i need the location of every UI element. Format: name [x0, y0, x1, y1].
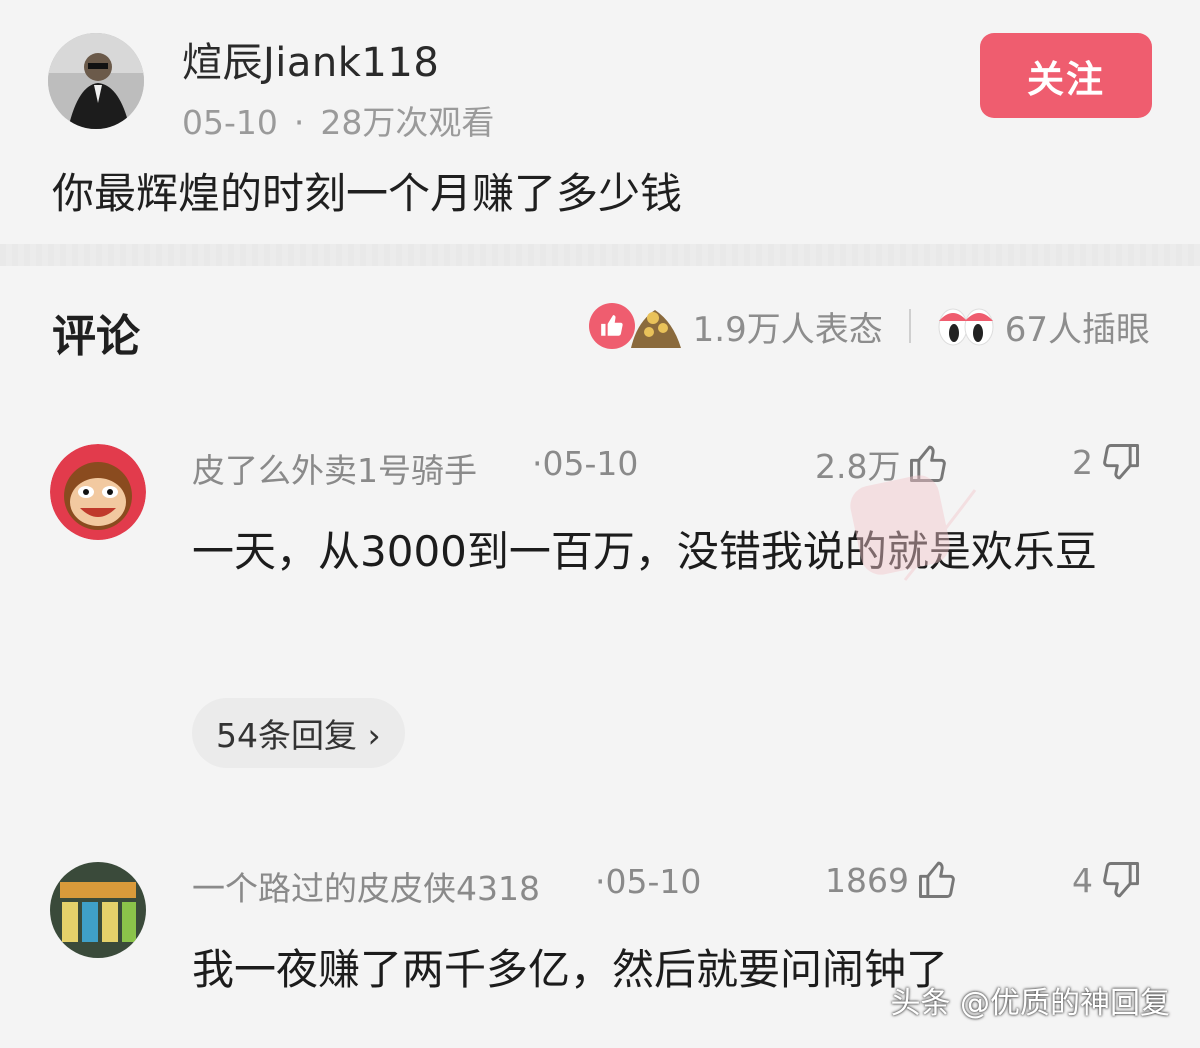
like-reaction-icon [588, 303, 635, 349]
post-question: 你最辉煌的时刻一个月赚了多少钱 [52, 169, 683, 218]
view-replies-button[interactable]: 54条回复 › [192, 698, 405, 768]
monkey-avatar-image [50, 444, 146, 540]
poster-avatar-image [48, 33, 144, 129]
poster-avatar[interactable] [48, 33, 144, 129]
comment-text: 一天，从3000到一百万，没错我说的就是欢乐豆 [192, 527, 1097, 576]
comment-avatar[interactable] [50, 862, 146, 958]
thumbs-up-icon [919, 861, 955, 898]
eyes-count: 67人插眼 [1004, 309, 1150, 350]
reactions-divider [908, 309, 911, 343]
thumbs-down-icon [1103, 444, 1139, 480]
poster-username[interactable]: 煊辰Jiank118 [182, 30, 439, 88]
post-date: 05-10 [182, 103, 278, 142]
comment-avatar[interactable] [50, 444, 146, 540]
comments-title: 评论 [52, 311, 140, 362]
comment-username[interactable]: 一个路过的皮皮侠4318 [192, 862, 540, 910]
watermark-stamp [815, 470, 985, 600]
comment-like-button[interactable]: 1869 [825, 858, 959, 902]
thumbs-down-icon [1103, 862, 1139, 898]
post-meta: 05-10 · 28万次观看 [182, 96, 494, 144]
reactions-count: 1.9万人表态 [692, 309, 883, 350]
meta-separator: · [293, 103, 305, 142]
comment-dislike-count: 2 [1072, 442, 1093, 482]
reactions-summary[interactable]: 1.9万人表态 67人插眼 [588, 300, 1150, 352]
comment-dislike-count: 4 [1072, 860, 1093, 900]
comment-dislike-button[interactable]: 4 [1072, 858, 1143, 902]
eyes-icon [937, 303, 995, 349]
comment-date: ·05-10 [532, 444, 639, 483]
products-avatar-image [50, 862, 146, 958]
comment-dislike-button[interactable]: 2 [1072, 440, 1143, 484]
footer-watermark: 头条 @优质的神回复 [890, 986, 1170, 1021]
coin-heap-reaction-icon [629, 302, 683, 350]
comment-username[interactable]: 皮了么外卖1号骑手 [192, 444, 477, 492]
follow-button[interactable]: 关注 [980, 33, 1152, 118]
comment-date: ·05-10 [595, 862, 702, 901]
post-views: 28万次观看 [320, 103, 495, 142]
comment-like-count: 1869 [825, 860, 909, 900]
section-divider [0, 244, 1200, 266]
